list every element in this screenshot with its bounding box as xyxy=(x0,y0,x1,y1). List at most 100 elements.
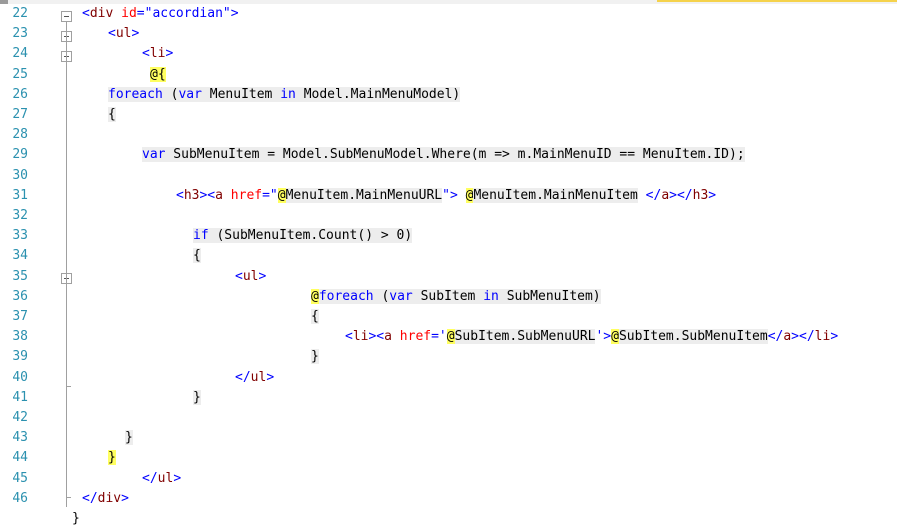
code-token: ul xyxy=(250,369,267,385)
code-line[interactable]: } xyxy=(125,428,133,448)
code-token: in xyxy=(280,86,296,102)
code-line[interactable]: </ul> xyxy=(235,368,274,388)
code-token: Model.MainMenuModel) xyxy=(295,86,461,102)
code-token: > xyxy=(266,369,275,385)
line-number: 35 xyxy=(12,268,28,284)
line-number: 27 xyxy=(12,107,28,122)
code-token: li xyxy=(149,46,166,62)
line-number: 23 xyxy=(12,26,28,42)
code-token: >< xyxy=(199,187,216,203)
code-token: foreach xyxy=(318,288,374,304)
code-line[interactable]: foreach (var MenuItem in Model.MainMenuM… xyxy=(108,85,461,105)
code-token: < xyxy=(142,46,150,62)
code-line[interactable]: <ul> xyxy=(108,24,139,44)
code-token: } xyxy=(193,389,201,405)
outline-guide-line xyxy=(66,22,67,507)
code-token: ></ xyxy=(669,187,693,203)
code-token: li xyxy=(814,329,831,345)
code-token: { xyxy=(311,309,319,324)
code-token: "> xyxy=(442,187,458,203)
code-token: > xyxy=(708,187,717,203)
code-editor[interactable]: 22 <div id="accordian"> 23 <ul> 24 <li> 25 @{26… xyxy=(0,4,897,526)
code-token: > xyxy=(165,46,174,62)
line-number: 29 xyxy=(12,147,28,163)
code-line[interactable]: </ul> xyxy=(142,469,181,489)
line-number: 25 xyxy=(12,66,28,82)
code-token: MenuItem.MainMenuURL xyxy=(285,187,443,203)
code-token: @ xyxy=(311,288,319,304)
code-line[interactable]: { xyxy=(108,105,116,125)
code-token: SubMenuItem) xyxy=(498,288,601,304)
collapse-div-icon[interactable] xyxy=(61,11,72,22)
code-token: '> xyxy=(595,329,612,345)
code-token: href xyxy=(399,329,432,345)
code-line[interactable]: @foreach (var SubItem in SubMenuItem) xyxy=(311,287,601,307)
line-number: 22 xyxy=(12,6,28,21)
line-number: 46 xyxy=(12,490,28,506)
code-token: @ xyxy=(611,329,619,345)
code-token: < xyxy=(345,329,353,345)
code-token: </ xyxy=(637,187,662,203)
code-token: h3 xyxy=(183,187,200,203)
code-token: a xyxy=(215,187,223,203)
code-token: > xyxy=(131,26,140,42)
code-token: MenuItem xyxy=(201,86,281,102)
code-token: div xyxy=(89,6,114,21)
code-line[interactable]: } xyxy=(311,347,319,367)
code-line[interactable]: } xyxy=(193,388,201,408)
code-token: @{ xyxy=(150,66,166,82)
code-line[interactable]: </div> xyxy=(82,489,129,509)
code-line[interactable]: } xyxy=(72,509,80,529)
code-token: ( xyxy=(162,86,179,102)
code-token: > xyxy=(830,329,839,345)
code-token: < xyxy=(176,187,184,203)
code-token: > xyxy=(258,268,267,284)
code-line[interactable]: <div id="accordian"> xyxy=(82,4,239,24)
code-line[interactable]: if (SubMenuItem.Count() > 0) xyxy=(193,226,413,246)
code-token: } xyxy=(311,349,319,365)
code-token: (SubMenuItem.Count() > 0) xyxy=(208,228,413,244)
code-token: a xyxy=(384,329,392,345)
code-line[interactable]: { xyxy=(193,246,201,266)
code-line[interactable]: <ul> xyxy=(235,267,266,287)
code-token: < xyxy=(235,268,243,284)
line-number: 33 xyxy=(12,228,28,244)
line-number: 34 xyxy=(12,248,28,264)
code-token: in xyxy=(483,288,499,304)
code-line[interactable]: <li><a href='@SubItem.SubMenuURL'>@SubIt… xyxy=(345,327,838,347)
code-token: if xyxy=(193,228,209,244)
line-number: 26 xyxy=(12,86,28,102)
code-line[interactable]: { xyxy=(311,307,319,327)
code-line[interactable]: var SubMenuItem = Model.SubMenuModel.Whe… xyxy=(142,145,745,165)
code-token: id xyxy=(121,6,137,21)
code-token: @ xyxy=(277,187,286,203)
code-token: foreach xyxy=(108,86,163,102)
code-token: a xyxy=(783,329,792,345)
code-token: =" xyxy=(262,187,278,203)
code-token: MenuItem.MainMenuItem xyxy=(473,187,638,203)
line-number: 37 xyxy=(12,309,28,324)
line-number: 28 xyxy=(12,127,28,143)
code-line[interactable]: <li> xyxy=(142,44,173,64)
line-number: 38 xyxy=(12,329,28,345)
code-token: h3 xyxy=(692,187,709,203)
code-line[interactable]: @{ xyxy=(150,65,166,85)
code-line[interactable]: } xyxy=(108,448,116,468)
outline-guide-tick xyxy=(66,386,71,387)
code-token: { xyxy=(108,107,116,122)
editor-top-highlight xyxy=(657,0,897,2)
code-token: var xyxy=(178,86,202,102)
code-token: } xyxy=(125,430,133,446)
line-number: 43 xyxy=(12,430,28,446)
code-line[interactable]: <h3><a href="@MenuItem.MainMenuURL"> @Me… xyxy=(176,186,716,206)
line-number: 40 xyxy=(12,369,28,385)
code-token: >< xyxy=(368,329,385,345)
line-number: 30 xyxy=(12,167,28,183)
code-token: var xyxy=(142,147,166,163)
code-token: ul xyxy=(242,268,259,284)
line-number xyxy=(6,509,28,529)
